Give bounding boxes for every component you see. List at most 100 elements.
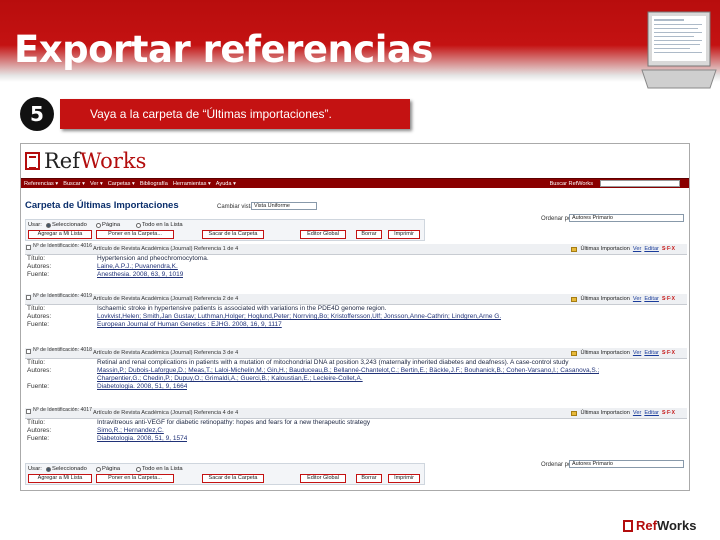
delete-button[interactable]: Borrar [356, 230, 382, 239]
field-value[interactable]: Massin,P.; Dubois-Laforgue,D.; Meas,T.; … [97, 367, 599, 375]
field-value[interactable]: Diabetologia. 2008, 51, 9, 1574 [97, 435, 187, 443]
field-value[interactable]: Anesthesia. 2008, 63, 9, 1019 [97, 271, 183, 279]
print-button[interactable]: Imprimir [388, 474, 420, 483]
folder-icon [571, 350, 578, 356]
edit-link[interactable]: Editar [644, 296, 659, 302]
record-header: Nº de Identificación: 4017 Artículo de R… [25, 407, 687, 419]
menu-bibliografia[interactable]: Bibliografía [140, 181, 168, 187]
field-value[interactable]: Charpentier,G.; Chedin,P.; Dupuy,O.; Gri… [97, 375, 363, 383]
remove-from-folder-button[interactable]: Sacar de la Carpeta [202, 474, 264, 483]
radio-selected[interactable]: Seleccionado [46, 222, 87, 228]
record-checkbox[interactable] [26, 349, 31, 354]
record-source: Fuente: Diabetologia. 2008, 51, 9, 1664 [25, 383, 687, 391]
print-button[interactable]: Imprimir [388, 230, 420, 239]
field-value: Hypertension and pheochromocytoma. [97, 255, 209, 262]
record-checkbox[interactable] [26, 295, 31, 300]
radio-selected[interactable]: Seleccionado [46, 466, 87, 472]
view-link[interactable]: Ver [633, 296, 641, 302]
global-editor-button[interactable]: Editor Global [300, 474, 346, 483]
record-title: Título: Hypertension and pheochromocytoma… [25, 255, 687, 263]
menu-referencias[interactable]: Referencias ▾ [24, 181, 58, 187]
remove-from-folder-button[interactable]: Sacar de la Carpeta [202, 230, 264, 239]
order-select-bottom[interactable]: Autores Primario [569, 460, 684, 468]
sfx-icon[interactable]: S·F·X [662, 296, 675, 302]
field-label: Fuente: [27, 271, 50, 278]
use-label-text: Usar: [28, 466, 42, 472]
menu-carpetas[interactable]: Carpetas ▾ [108, 181, 135, 187]
record-type: Artículo de Revista Académica (Journal) … [93, 296, 239, 302]
field-value[interactable]: Lovkvist,Helen; Smith,Jan Gustav; Luthma… [97, 313, 501, 321]
record-3: Nº de Identificación: 4018 Artículo de R… [25, 347, 687, 391]
radio-all[interactable]: Todo en la Lista [136, 222, 183, 228]
record-checkbox[interactable] [26, 409, 31, 414]
order-select[interactable]: Autores Primario [569, 214, 684, 222]
field-value[interactable]: European Journal of Human Genetics : EJH… [97, 321, 282, 329]
record-title: Título: Ischaemic stroke in hypertensive … [25, 305, 687, 313]
edit-link[interactable]: Editar [644, 350, 659, 356]
field-label: Autores: [27, 427, 52, 434]
sfx-icon[interactable]: S·F·X [662, 246, 675, 252]
refworks-logo: Ref Works [25, 149, 146, 173]
logo-ref-text: Ref [44, 149, 81, 173]
record-source: Fuente: European Journal of Human Genetic… [25, 321, 687, 329]
field-label: Autores: [27, 367, 52, 374]
step-number: 5 [20, 97, 54, 131]
field-value: Intravitreous anti-VEGF for diabetic ret… [97, 419, 371, 426]
footer-logo-works: Works [656, 518, 697, 533]
radio-selected-label: Seleccionado [52, 466, 87, 472]
sfx-icon[interactable]: S·F·X [662, 350, 675, 356]
field-value[interactable]: Laine,A.P.J.; Puvanendra,K. [97, 263, 178, 271]
record-source: Fuente: Diabetologia. 2008, 51, 9, 1574 [25, 435, 687, 443]
search-label: Buscar RefWorks [549, 180, 593, 187]
menu-ayuda[interactable]: Ayuda ▾ [216, 181, 236, 187]
menu-herramientas[interactable]: Herramientas ▾ [173, 181, 211, 187]
view-link[interactable]: Ver [633, 350, 641, 356]
field-label: Título: [27, 305, 46, 312]
radio-dot [46, 466, 51, 472]
record-id: Nº de Identificación: 4017 [33, 407, 92, 413]
record-folder[interactable]: Últimas Importacion [580, 296, 629, 302]
search-input[interactable] [600, 180, 680, 187]
delete-button[interactable]: Borrar [356, 474, 382, 483]
menu-buscar[interactable]: Buscar ▾ [63, 181, 85, 187]
field-label: Título: [27, 359, 46, 366]
refworks-header: Ref Works [21, 144, 689, 178]
radio-dot [136, 466, 141, 472]
view-select[interactable]: Vista Uniforme [251, 202, 317, 210]
use-label: Usar: [28, 222, 42, 228]
put-in-folder-button[interactable]: Poner en la Carpeta... [96, 230, 174, 239]
view-link[interactable]: Ver [633, 410, 641, 416]
field-value[interactable]: Diabetologia. 2008, 51, 9, 1664 [97, 383, 187, 391]
field-value[interactable]: Simo,R.; Hernandez,C. [97, 427, 164, 435]
add-to-my-list-button[interactable]: Agregar a Mi Lista [28, 230, 92, 239]
field-label: Fuente: [27, 435, 50, 442]
main-menu-bar: Referencias ▾ Buscar ▾ Ver ▾ Carpetas ▾ … [21, 178, 689, 188]
field-value: Ischaemic stroke in hypertensive patient… [97, 305, 387, 312]
record-folder[interactable]: Últimas Importacion [580, 246, 629, 252]
edit-link[interactable]: Editar [644, 246, 659, 252]
radio-all[interactable]: Todo en la Lista [136, 466, 183, 472]
radio-all-label: Todo en la Lista [142, 466, 183, 472]
add-to-my-list-button[interactable]: Agregar a Mi Lista [28, 474, 92, 483]
record-type: Artículo de Revista Académica (Journal) … [93, 410, 239, 416]
record-4: Nº de Identificación: 4017 Artículo de R… [25, 407, 687, 443]
radio-dot [96, 222, 101, 228]
refworks-logo-icon [623, 519, 633, 532]
edit-link[interactable]: Editar [644, 410, 659, 416]
use-label: Usar: [28, 466, 42, 472]
record-checkbox[interactable] [26, 245, 31, 250]
use-label-text: Usar: [28, 222, 42, 228]
radio-page[interactable]: Página [96, 222, 120, 228]
refworks-screenshot: Ref Works Referencias ▾ Buscar ▾ Ver ▾ Ca… [20, 143, 690, 491]
record-folder[interactable]: Últimas Importacion [580, 350, 629, 356]
global-editor-button[interactable]: Editor Global [300, 230, 346, 239]
radio-page[interactable]: Página [96, 466, 120, 472]
menu-ver[interactable]: Ver ▾ [90, 181, 103, 187]
folder-icon [571, 410, 578, 416]
record-folder[interactable]: Últimas Importacion [580, 410, 629, 416]
view-link[interactable]: Ver [633, 246, 641, 252]
put-in-folder-button[interactable]: Poner en la Carpeta... [96, 474, 174, 483]
record-title: Título: Retinal and renal complications i… [25, 359, 687, 367]
slide-title: Exportar referencias [14, 28, 433, 71]
sfx-icon[interactable]: S·F·X [662, 410, 675, 416]
